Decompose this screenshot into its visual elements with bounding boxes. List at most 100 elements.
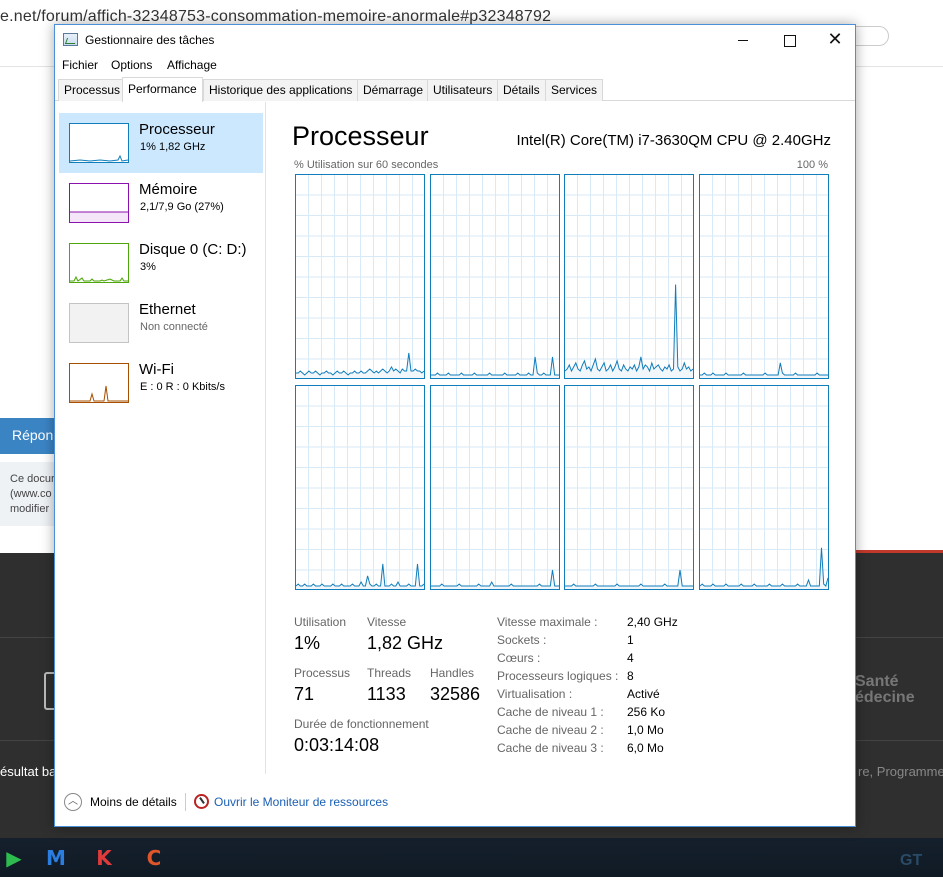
- kaspersky-icon[interactable]: K: [92, 846, 116, 870]
- cpu-core-graph-3: [698, 174, 829, 379]
- cpu-core-plot: [430, 356, 559, 378]
- cpu-core-graph-1: [429, 174, 560, 379]
- minimize-button[interactable]: [720, 25, 766, 55]
- vitesse-value: 1,82 GHz: [367, 633, 444, 653]
- cpu-core-plot: [296, 563, 424, 589]
- spec-value: 8: [627, 669, 634, 683]
- ethernet-thumbnail: [69, 303, 129, 343]
- sidebar-item-label: Wi-Fi: [139, 361, 174, 378]
- sidebar-item-label: Mémoire: [139, 181, 198, 198]
- resource-list: Processeur 1% 1,82 GHz Mémoire 2,1/7,9 G…: [55, 102, 266, 774]
- maximize-button[interactable]: [766, 25, 812, 55]
- spec-value: 2,40 GHz: [627, 615, 678, 629]
- cpu-core-graph-2: [564, 174, 694, 379]
- program-link[interactable]: re, Programme: [858, 764, 943, 779]
- sidebar-item-disque[interactable]: Disque 0 (C: D:) 3%: [59, 233, 263, 293]
- tab-services[interactable]: Services: [545, 79, 604, 101]
- sidebar-item-label: Processeur: [139, 121, 215, 138]
- cpu-thumbnail-graph: [70, 154, 128, 162]
- sidebar-item-value: Non connecté: [140, 321, 208, 333]
- spec-key: Cœurs :: [497, 651, 541, 665]
- spec-value: 6,0 Mo: [627, 741, 664, 755]
- sidebar-item-ethernet[interactable]: Ethernet Non connecté: [59, 293, 263, 353]
- footer-bar: ︿ Moins de détails Ouvrir le Moniteur de…: [55, 785, 855, 825]
- menu-options[interactable]: Options: [111, 58, 152, 72]
- sante-logo[interactable]: Santé édecine: [855, 674, 915, 706]
- uptime-value: 0:03:14:08: [294, 735, 380, 755]
- spec-key: Cache de niveau 1 :: [497, 705, 604, 719]
- note-line: (www.co: [10, 488, 52, 500]
- cpu-core-line: [296, 563, 424, 587]
- cpu-core-area: [296, 352, 424, 378]
- threads-label: Threads: [367, 666, 412, 680]
- processus-value: 71: [294, 684, 315, 704]
- task-manager-window: Gestionnaire des tâches ✕ Fichier Option…: [54, 24, 856, 827]
- footer-divider: [185, 793, 186, 811]
- cpu-core-line: [430, 569, 559, 587]
- sante-logo-line: Santé: [855, 673, 899, 690]
- reply-button[interactable]: Répon: [0, 418, 60, 454]
- spec-value: 1,0 Mo: [627, 723, 664, 737]
- utilisation-label: Utilisation: [294, 615, 347, 629]
- menu-fichier[interactable]: Fichier: [62, 58, 98, 72]
- sidebar-item-memoire[interactable]: Mémoire 2,1/7,9 Go (27%): [59, 173, 263, 233]
- threads-value: 1133: [367, 684, 406, 704]
- handles-label: Handles: [430, 666, 475, 680]
- handles-value: 32586: [430, 684, 481, 704]
- sidebar-item-label: Disque 0 (C: D:): [139, 241, 247, 258]
- menu-affichage[interactable]: Affichage: [167, 58, 217, 72]
- note-line: modifier: [10, 503, 50, 515]
- cpu-core-graph-6: [564, 385, 694, 590]
- spec-key: Processeurs logiques :: [497, 669, 619, 683]
- cpu-core-area: [699, 362, 828, 378]
- sante-logo-line: édecine: [855, 689, 915, 706]
- tab-bar: Processus Performance Historique des app…: [55, 77, 855, 102]
- tab-historique[interactable]: Historique des applications: [203, 79, 359, 101]
- sidebar-item-value: 3%: [140, 261, 156, 273]
- resource-monitor-link[interactable]: Ouvrir le Moniteur de ressources: [214, 795, 388, 809]
- sidebar-item-value: 1% 1,82 GHz: [140, 141, 206, 153]
- spec-value: 1: [627, 633, 634, 647]
- processus-label: Processus: [294, 666, 351, 680]
- memory-thumbnail: [69, 183, 129, 223]
- spec-key: Sockets :: [497, 633, 547, 647]
- spec-value: 4: [627, 651, 634, 665]
- ccleaner-icon[interactable]: C: [142, 846, 166, 870]
- close-button[interactable]: ✕: [812, 25, 858, 55]
- cpu-core-plot: [296, 352, 424, 378]
- window-title: Gestionnaire des tâches: [85, 33, 215, 47]
- sidebar-item-label: Ethernet: [139, 301, 196, 318]
- fewer-details-button[interactable]: Moins de détails: [90, 795, 177, 809]
- spec-value: 256 Ko: [627, 705, 666, 719]
- malwarebytes-icon[interactable]: M: [44, 846, 68, 870]
- cpu-core-line: [699, 362, 828, 376]
- vitesse-label: Vitesse: [367, 615, 407, 629]
- sidebar-item-value: E : 0 R : 0 Kbits/s: [140, 381, 225, 393]
- sidebar-item-processeur[interactable]: Processeur 1% 1,82 GHz: [59, 113, 263, 173]
- tab-details[interactable]: Détails: [497, 79, 546, 101]
- app-icon-taskbar[interactable]: ▶: [2, 846, 26, 870]
- title-bar[interactable]: Gestionnaire des tâches ✕: [55, 25, 855, 55]
- cpu-core-graph-5: [429, 385, 560, 590]
- disk-thumbnail-graph: [70, 275, 128, 282]
- cpu-core-plot: [699, 547, 828, 589]
- cpu-thumbnail: [69, 123, 129, 163]
- spec-key: Virtualisation :: [497, 687, 573, 701]
- resource-monitor-icon[interactable]: [194, 794, 209, 809]
- tab-performance[interactable]: Performance: [122, 77, 203, 102]
- spec-key: Cache de niveau 3 :: [497, 741, 604, 755]
- graph-caption: % Utilisation sur 60 secondes: [294, 159, 439, 171]
- result-text: ésultat ba: [0, 764, 57, 779]
- cpu-core-plot: [699, 362, 828, 378]
- tab-utilisateurs[interactable]: Utilisateurs: [427, 79, 499, 101]
- page-title: Processeur: [292, 121, 429, 151]
- cpu-model: Intel(R) Core(TM) i7-3630QM CPU @ 2.40GH…: [516, 132, 831, 149]
- spec-key: Cache de niveau 2 :: [497, 723, 604, 737]
- sidebar-item-value: 2,1/7,9 Go (27%): [140, 201, 224, 213]
- sidebar-item-wifi[interactable]: Wi-Fi E : 0 R : 0 Kbits/s: [59, 353, 263, 413]
- chevron-up-icon[interactable]: ︿: [64, 793, 82, 811]
- uptime-label: Durée de fonctionnement: [294, 717, 429, 731]
- cpu-core-plot: [565, 569, 693, 589]
- tab-demarrage[interactable]: Démarrage: [357, 79, 430, 101]
- tab-processus[interactable]: Processus: [58, 79, 127, 101]
